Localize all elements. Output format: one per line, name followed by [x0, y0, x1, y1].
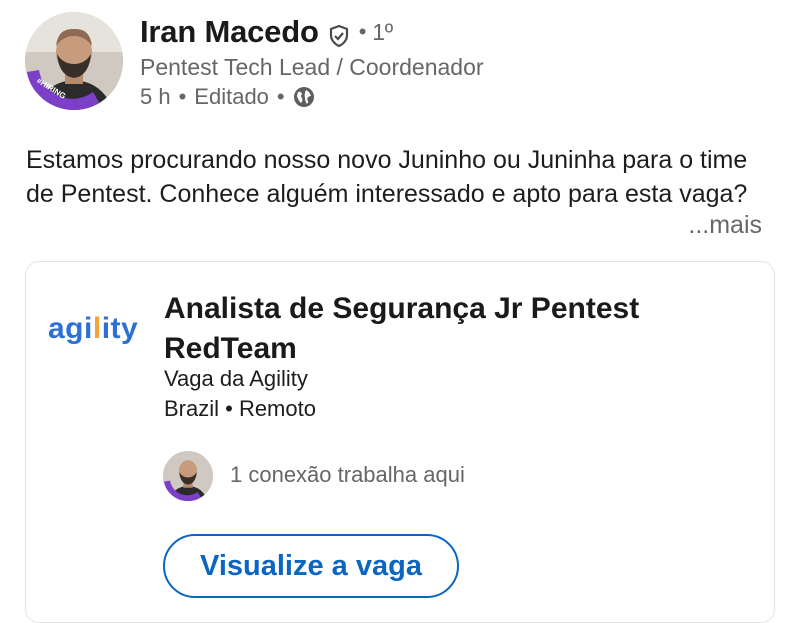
globe-icon	[293, 86, 315, 108]
post-time: 5 h	[140, 84, 171, 109]
connection-avatar	[163, 451, 213, 501]
separator-dot: •	[358, 19, 367, 44]
separator-dot: •	[178, 84, 187, 109]
author-avatar[interactable]: #HIRING	[25, 12, 123, 110]
author-headline: Pentest Tech Lead / Coordenador	[140, 54, 484, 80]
edited-label: Editado	[194, 84, 269, 109]
verified-shield-icon	[327, 20, 351, 48]
logo-text: agi	[48, 312, 93, 345]
job-title[interactable]: Analista de Segurança Jr Pentest RedTeam	[164, 289, 724, 369]
see-more-link[interactable]: ...mais	[688, 211, 762, 240]
separator-dot: •	[276, 84, 285, 109]
logo-text-accent: l	[92, 312, 102, 345]
view-job-button[interactable]: Visualize a vaga	[163, 534, 459, 598]
logo-text: ity	[101, 312, 139, 345]
connections-text: 1 conexão trabalha aqui	[230, 462, 465, 487]
post-text: Estamos procurando nosso novo Juninho ou…	[26, 146, 748, 208]
company-logo: agility	[48, 312, 138, 346]
avatar-photo	[25, 12, 123, 110]
post-timestamp-row: 5 h • Editado •	[140, 84, 315, 110]
author-name-row: Iran Macedo • 1º	[140, 14, 393, 50]
job-company: Vaga da Agility	[164, 366, 308, 391]
connection-degree: 1º	[372, 18, 393, 45]
author-name[interactable]: Iran Macedo	[140, 14, 319, 50]
job-location: Brazil • Remoto	[164, 396, 316, 421]
